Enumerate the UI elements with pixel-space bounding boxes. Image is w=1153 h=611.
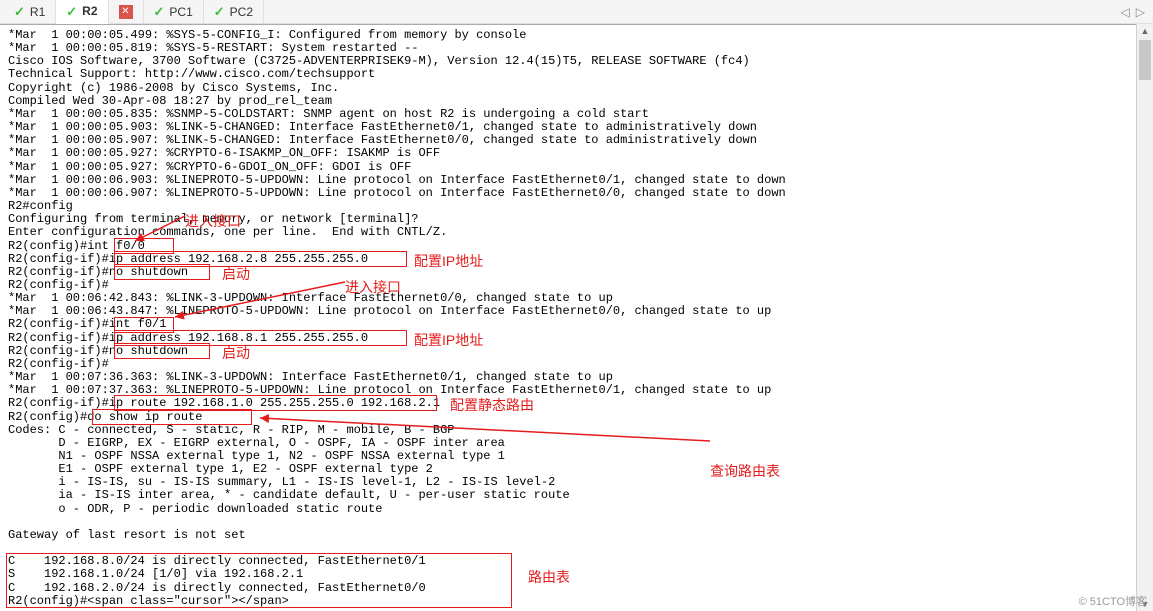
tab-label: PC1 xyxy=(169,5,192,19)
tab-scroll-right[interactable]: ▷ xyxy=(1136,5,1145,19)
tab-label: R1 xyxy=(30,5,45,19)
tab-nav-arrows: ◁ ▷ xyxy=(1121,0,1153,23)
tab-label: R2 xyxy=(82,4,97,18)
tab-pc1[interactable]: ✓ PC1 xyxy=(144,0,204,23)
check-icon: ✓ xyxy=(14,5,25,18)
tab-r1[interactable]: ✓ R1 xyxy=(4,0,56,23)
tab-pc2[interactable]: ✓ PC2 xyxy=(204,0,264,23)
scroll-thumb[interactable] xyxy=(1139,40,1151,80)
close-icon: ✕ xyxy=(119,5,133,19)
vertical-scrollbar[interactable] xyxy=(1136,24,1153,611)
check-icon: ✓ xyxy=(154,5,165,18)
tab-scroll-left[interactable]: ◁ xyxy=(1121,5,1130,19)
check-icon: ✓ xyxy=(66,5,77,18)
terminal-output[interactable]: *Mar 1 00:00:05.499: %SYS-5-CONFIG_I: Co… xyxy=(0,24,1153,611)
tab-bar: ✓ R1 ✓ R2 ✕ ✓ PC1 ✓ PC2 ◁ ▷ xyxy=(0,0,1153,24)
watermark: © 51CTO博客 xyxy=(1079,593,1147,609)
tab-r2[interactable]: ✓ R2 xyxy=(56,0,108,24)
tab-label: PC2 xyxy=(230,5,253,19)
tab-close-unknown[interactable]: ✕ xyxy=(109,0,144,23)
check-icon: ✓ xyxy=(214,5,225,18)
